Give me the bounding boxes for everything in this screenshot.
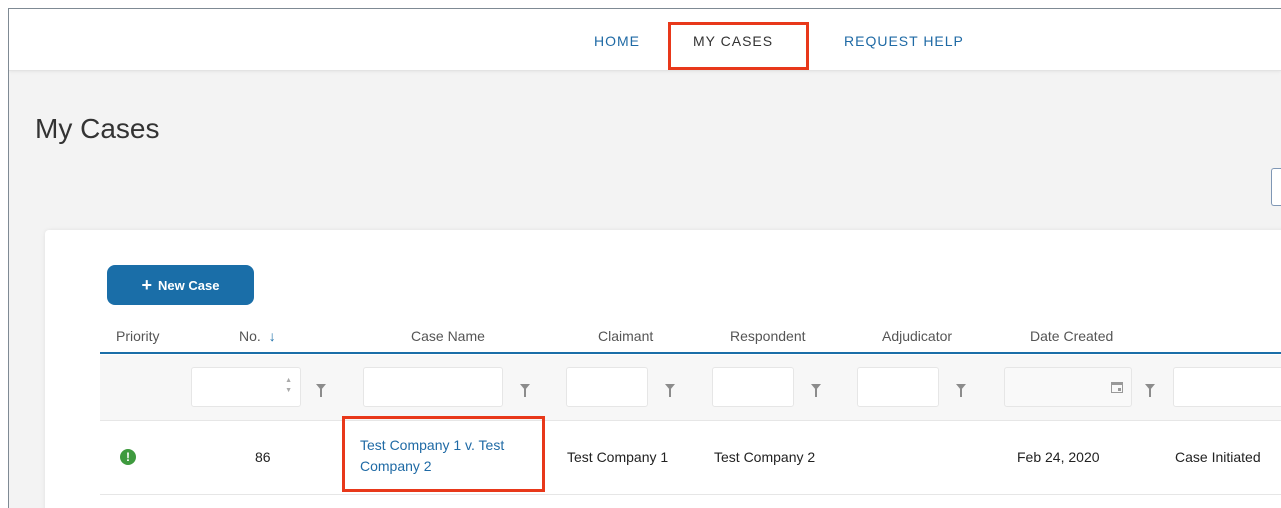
- filter-case-name-input[interactable]: [363, 367, 503, 407]
- filter-row: ▲ ▼: [100, 355, 1281, 421]
- filter-adjudicator-button[interactable]: [946, 371, 976, 403]
- respondent-cell: Test Company 2: [714, 449, 816, 465]
- top-nav: HOME MY CASES REQUEST HELP: [9, 9, 1281, 71]
- filter-status-input[interactable]: [1173, 367, 1281, 407]
- filter-icon: [956, 384, 966, 397]
- exclamation-circle-icon: !: [120, 449, 136, 465]
- plus-icon: +: [141, 275, 153, 295]
- column-adjudicator[interactable]: Adjudicator: [882, 328, 952, 344]
- filter-date-input[interactable]: [1004, 367, 1132, 407]
- claimant-cell: Test Company 1: [567, 449, 669, 465]
- filter-icon: [811, 384, 821, 397]
- column-no-label: No.: [239, 328, 261, 344]
- filter-no-button[interactable]: [306, 371, 336, 403]
- new-case-button[interactable]: + New Case: [107, 265, 254, 305]
- filter-adjudicator-input[interactable]: [857, 367, 939, 407]
- nav-home[interactable]: HOME: [594, 33, 640, 49]
- date-created-cell: Feb 24, 2020: [1017, 449, 1100, 465]
- filter-icon: [316, 384, 326, 397]
- column-date-created[interactable]: Date Created: [1030, 328, 1113, 344]
- status-cell: Case Initiated: [1175, 449, 1261, 465]
- nav-request-help[interactable]: REQUEST HELP: [844, 33, 964, 49]
- page-title: My Cases: [35, 113, 160, 144]
- column-no[interactable]: No. ↓: [239, 328, 276, 344]
- table-row[interactable]: ! 86 Test Company 1 v. Test Company 2 Te…: [100, 421, 1281, 495]
- case-name-link[interactable]: Test Company 1 v. Test Company 2: [360, 435, 540, 477]
- filter-date-button[interactable]: [1135, 371, 1165, 403]
- column-claimant[interactable]: Claimant: [598, 328, 653, 344]
- sort-down-icon: ↓: [268, 328, 276, 344]
- case-number: 86: [255, 449, 271, 465]
- nav-my-cases[interactable]: MY CASES: [693, 33, 773, 49]
- filter-icon: [1145, 384, 1155, 397]
- filter-no-input[interactable]: ▲ ▼: [191, 367, 301, 407]
- calendar-icon[interactable]: [1111, 382, 1123, 393]
- app-window: HOME MY CASES REQUEST HELP My Cases + Ne…: [8, 8, 1281, 508]
- filter-respondent-input[interactable]: [712, 367, 794, 407]
- column-respondent[interactable]: Respondent: [730, 328, 806, 344]
- filter-respondent-button[interactable]: [801, 371, 831, 403]
- filter-claimant-input[interactable]: [566, 367, 648, 407]
- new-case-label: New Case: [158, 277, 220, 293]
- filter-case-name-button[interactable]: [510, 371, 540, 403]
- filter-icon: [520, 384, 530, 397]
- table-header: Priority No. ↓ Case Name Claimant Respond…: [100, 322, 1281, 354]
- column-case-name[interactable]: Case Name: [411, 328, 485, 344]
- column-priority[interactable]: Priority: [116, 328, 160, 344]
- filter-claimant-button[interactable]: [655, 371, 685, 403]
- toolbar-button-partial[interactable]: [1271, 168, 1281, 206]
- spinner-icon[interactable]: ▲ ▼: [285, 376, 292, 396]
- filter-icon: [665, 384, 675, 397]
- cases-card: + New Case Priority No. ↓ Case Name Claim…: [45, 230, 1281, 508]
